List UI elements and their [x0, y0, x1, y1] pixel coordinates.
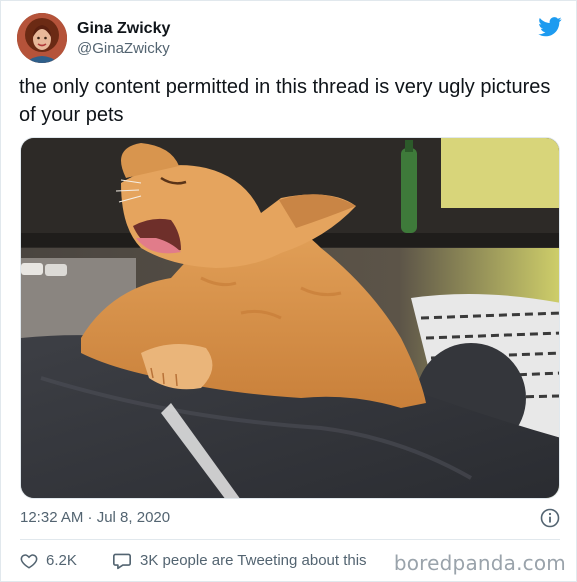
- like-button[interactable]: 6.2K: [20, 549, 77, 573]
- user-handle[interactable]: @GinaZwicky: [77, 39, 170, 59]
- tweet-actions: 6.2K 3K people are Tweeting about this b…: [20, 549, 566, 575]
- divider: [20, 539, 560, 540]
- tweet-media[interactable]: [20, 137, 560, 499]
- speech-bubble-icon: [113, 553, 131, 570]
- conversation-text: 3K people are Tweeting about this: [140, 552, 367, 569]
- tweet-card: Gina Zwicky @GinaZwicky the only content…: [0, 0, 577, 582]
- heart-icon: [20, 554, 38, 569]
- avatar-photo: [17, 13, 67, 63]
- author-info[interactable]: Gina Zwicky @GinaZwicky: [77, 19, 170, 59]
- kitten-photo: [21, 138, 559, 498]
- conversation-link[interactable]: 3K people are Tweeting about this: [112, 549, 367, 573]
- tweet-header: Gina Zwicky @GinaZwicky: [17, 13, 562, 65]
- tweet-text: the only content permitted in this threa…: [19, 76, 551, 126]
- avatar[interactable]: [17, 13, 67, 63]
- tweet-meta: 12:32 AM · Jul 8, 2020: [20, 507, 560, 529]
- display-name[interactable]: Gina Zwicky: [77, 19, 170, 39]
- like-count: 6.2K: [46, 552, 77, 569]
- twitter-bird-icon[interactable]: [538, 17, 562, 37]
- source-watermark: boredpanda.com: [393, 551, 566, 575]
- timestamp[interactable]: 12:32 AM · Jul 8, 2020: [20, 509, 170, 526]
- info-icon[interactable]: [540, 508, 560, 528]
